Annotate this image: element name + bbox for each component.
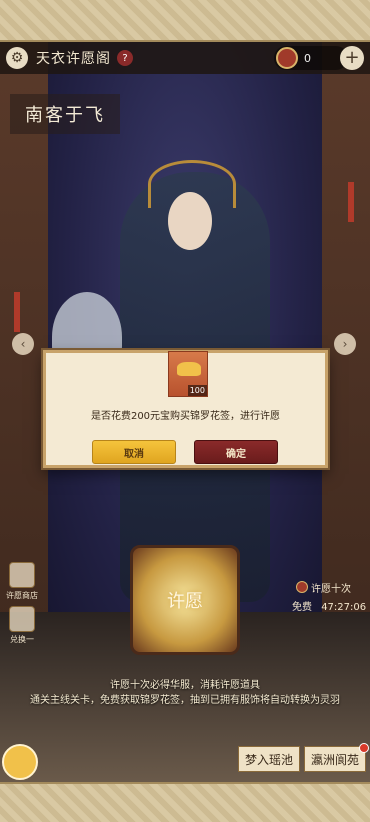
character-crown <box>148 160 236 208</box>
ingot-coin-icon <box>276 47 298 69</box>
wish-shop-button[interactable]: 许愿商店 <box>4 562 40 601</box>
hint-line-2: 通关主线关卡，免费获取锦罗花签，抽到已拥有服饰将自动转换为灵羽 <box>30 695 340 706</box>
yingzhou-pool-button[interactable]: 瀛洲阆苑 <box>304 743 370 772</box>
free-timer: 免费 47:27:06 <box>292 598 366 613</box>
new-badge <box>359 743 370 753</box>
currency-counter: 0 <box>274 46 348 70</box>
exchange-button[interactable]: 兑换一 <box>4 606 40 645</box>
hint-line-1: 许愿十次必得华服，消耗许愿道具 <box>110 680 260 691</box>
wish-label: 许愿 <box>167 591 203 612</box>
currency-value: 0 <box>304 51 311 65</box>
dialog-message: 是否花费200元宝购买锦罗花签，进行许愿 <box>90 411 281 422</box>
shop-icon <box>9 562 35 588</box>
purchase-dialog: 100 是否花费200元宝购买锦罗花签，进行许愿 取消 确定 <box>43 350 328 468</box>
wish-ten-label: 许愿十次 <box>311 583 351 595</box>
exchange-icon <box>9 606 35 632</box>
wish-shop-label: 许愿商店 <box>6 591 38 600</box>
free-label: 免费 <box>292 602 312 613</box>
chat-bubble-icon[interactable] <box>2 744 38 780</box>
bottom-bar: 梦入瑶池 瀛洲阆苑 <box>0 740 370 780</box>
gold-ingot-icon <box>177 362 201 376</box>
free-timer-value: 47:27:06 <box>321 602 367 613</box>
add-currency-button[interactable]: + <box>340 46 364 70</box>
confirm-button[interactable]: 确定 <box>194 440 278 464</box>
settings-gear-icon[interactable]: ⚙ <box>6 47 28 69</box>
top-bar: ⚙ 天衣许愿阁 ? 0 + <box>0 42 370 74</box>
dream-pool-button[interactable]: 梦入瑶池 <box>238 746 301 772</box>
wish-lantern-button[interactable]: 许愿 <box>130 545 240 655</box>
exchange-label: 兑换一 <box>10 635 34 644</box>
item-count: 100 <box>187 385 207 396</box>
wish-ten-times-button[interactable]: 许愿十次 <box>296 577 351 597</box>
decorative-frame-bottom <box>0 782 370 822</box>
help-button[interactable]: ? <box>117 50 133 66</box>
page-title: 天衣许愿阁 <box>36 51 111 67</box>
yingzhou-label: 瀛洲阆苑 <box>311 752 360 767</box>
decorative-frame-top <box>0 0 370 42</box>
pool-name: 南客于飞 <box>10 94 120 134</box>
coin-dot-icon <box>296 581 308 593</box>
tassel-right <box>348 182 354 222</box>
tassel-left <box>14 292 20 332</box>
cancel-button[interactable]: 取消 <box>92 440 176 464</box>
flower-sign-item-icon: 100 <box>168 351 208 397</box>
prev-arrow-icon[interactable]: ‹ <box>12 333 34 355</box>
next-arrow-icon[interactable]: › <box>334 333 356 355</box>
